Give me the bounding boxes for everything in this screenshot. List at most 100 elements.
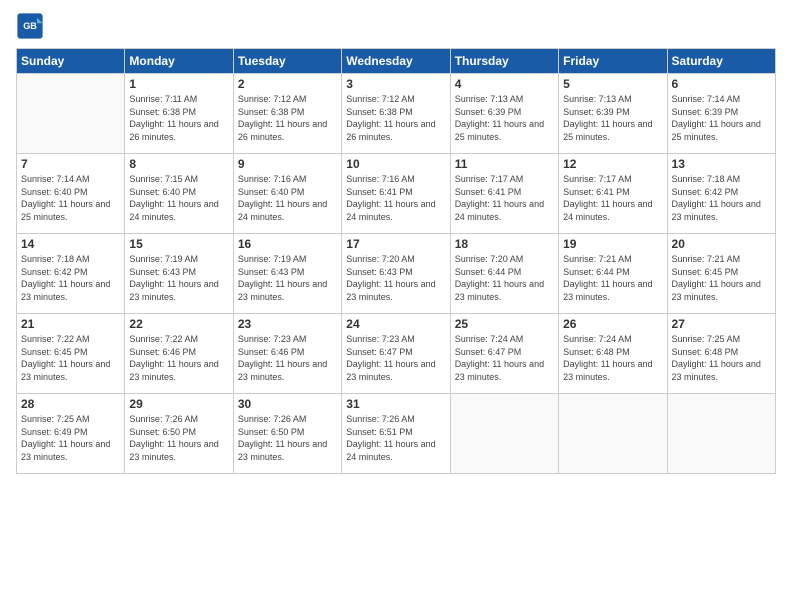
day-number: 27 <box>672 317 771 331</box>
week-row-4: 28 Sunrise: 7:25 AMSunset: 6:49 PMDayligh… <box>17 394 776 474</box>
calendar-cell: 19 Sunrise: 7:21 AMSunset: 6:44 PMDayligh… <box>559 234 667 314</box>
day-number: 15 <box>129 237 228 251</box>
calendar-cell: 26 Sunrise: 7:24 AMSunset: 6:48 PMDayligh… <box>559 314 667 394</box>
calendar-cell: 20Sunrise: 7:21 AMSunset: 6:45 PMDayligh… <box>667 234 775 314</box>
calendar-cell: 28 Sunrise: 7:25 AMSunset: 6:49 PMDayligh… <box>17 394 125 474</box>
day-number: 18 <box>455 237 554 251</box>
day-number: 25 <box>455 317 554 331</box>
week-row-3: 21 Sunrise: 7:22 AMSunset: 6:45 PMDayligh… <box>17 314 776 394</box>
calendar-page: GB SundayMondayTuesdayWednesdayThursdayF… <box>0 0 792 612</box>
day-info: Sunrise: 7:11 AMSunset: 6:38 PMDaylight:… <box>129 93 228 143</box>
day-info: Sunrise: 7:21 AMSunset: 6:44 PMDaylight:… <box>563 253 662 303</box>
calendar-cell <box>17 74 125 154</box>
weekday-tuesday: Tuesday <box>233 49 341 74</box>
weekday-sunday: Sunday <box>17 49 125 74</box>
day-number: 8 <box>129 157 228 171</box>
day-info: Sunrise: 7:17 AMSunset: 6:41 PMDaylight:… <box>455 173 554 223</box>
day-number: 9 <box>238 157 337 171</box>
logo: GB <box>16 12 46 40</box>
calendar-cell: 15 Sunrise: 7:19 AMSunset: 6:43 PMDayligh… <box>125 234 233 314</box>
day-number: 30 <box>238 397 337 411</box>
day-number: 29 <box>129 397 228 411</box>
day-number: 14 <box>21 237 120 251</box>
day-info: Sunrise: 7:20 AMSunset: 6:44 PMDaylight:… <box>455 253 554 303</box>
day-number: 11 <box>455 157 554 171</box>
weekday-monday: Monday <box>125 49 233 74</box>
day-info: Sunrise: 7:26 AMSunset: 6:50 PMDaylight:… <box>129 413 228 463</box>
calendar-cell: 3 Sunrise: 7:12 AMSunset: 6:38 PMDaylight… <box>342 74 450 154</box>
week-row-2: 14 Sunrise: 7:18 AMSunset: 6:42 PMDayligh… <box>17 234 776 314</box>
day-number: 26 <box>563 317 662 331</box>
day-info: Sunrise: 7:24 AMSunset: 6:47 PMDaylight:… <box>455 333 554 383</box>
day-number: 7 <box>21 157 120 171</box>
day-info: Sunrise: 7:19 AMSunset: 6:43 PMDaylight:… <box>129 253 228 303</box>
day-number: 16 <box>238 237 337 251</box>
calendar-cell <box>450 394 558 474</box>
day-info: Sunrise: 7:15 AMSunset: 6:40 PMDaylight:… <box>129 173 228 223</box>
day-number: 17 <box>346 237 445 251</box>
day-number: 6 <box>672 77 771 91</box>
calendar-cell: 14 Sunrise: 7:18 AMSunset: 6:42 PMDayligh… <box>17 234 125 314</box>
week-row-0: 1 Sunrise: 7:11 AMSunset: 6:38 PMDaylight… <box>17 74 776 154</box>
calendar-cell: 13 Sunrise: 7:18 AMSunset: 6:42 PMDayligh… <box>667 154 775 234</box>
day-info: Sunrise: 7:12 AMSunset: 6:38 PMDaylight:… <box>346 93 445 143</box>
day-info: Sunrise: 7:12 AMSunset: 6:38 PMDaylight:… <box>238 93 337 143</box>
calendar-cell: 23 Sunrise: 7:23 AMSunset: 6:46 PMDayligh… <box>233 314 341 394</box>
calendar-cell: 5Sunrise: 7:13 AMSunset: 6:39 PMDaylight… <box>559 74 667 154</box>
calendar-table: SundayMondayTuesdayWednesdayThursdayFrid… <box>16 48 776 474</box>
calendar-cell: 31Sunrise: 7:26 AMSunset: 6:51 PMDayligh… <box>342 394 450 474</box>
day-info: Sunrise: 7:20 AMSunset: 6:43 PMDaylight:… <box>346 253 445 303</box>
day-info: Sunrise: 7:26 AMSunset: 6:51 PMDaylight:… <box>346 413 445 463</box>
day-info: Sunrise: 7:16 AMSunset: 6:41 PMDaylight:… <box>346 173 445 223</box>
calendar-cell: 27Sunrise: 7:25 AMSunset: 6:48 PMDayligh… <box>667 314 775 394</box>
day-number: 21 <box>21 317 120 331</box>
calendar-cell: 18 Sunrise: 7:20 AMSunset: 6:44 PMDayligh… <box>450 234 558 314</box>
day-info: Sunrise: 7:18 AMSunset: 6:42 PMDaylight:… <box>21 253 120 303</box>
day-number: 10 <box>346 157 445 171</box>
day-number: 19 <box>563 237 662 251</box>
day-info: Sunrise: 7:24 AMSunset: 6:48 PMDaylight:… <box>563 333 662 383</box>
page-header: GB <box>16 12 776 40</box>
day-info: Sunrise: 7:13 AMSunset: 6:39 PMDaylight:… <box>563 93 662 143</box>
day-info: Sunrise: 7:16 AMSunset: 6:40 PMDaylight:… <box>238 173 337 223</box>
day-info: Sunrise: 7:17 AMSunset: 6:41 PMDaylight:… <box>563 173 662 223</box>
day-info: Sunrise: 7:14 AMSunset: 6:40 PMDaylight:… <box>21 173 120 223</box>
day-info: Sunrise: 7:21 AMSunset: 6:45 PMDaylight:… <box>672 253 771 303</box>
calendar-cell: 7 Sunrise: 7:14 AMSunset: 6:40 PMDaylight… <box>17 154 125 234</box>
day-info: Sunrise: 7:25 AMSunset: 6:49 PMDaylight:… <box>21 413 120 463</box>
weekday-friday: Friday <box>559 49 667 74</box>
day-number: 13 <box>672 157 771 171</box>
day-number: 24 <box>346 317 445 331</box>
day-number: 28 <box>21 397 120 411</box>
day-info: Sunrise: 7:18 AMSunset: 6:42 PMDaylight:… <box>672 173 771 223</box>
svg-text:GB: GB <box>23 21 37 31</box>
week-row-1: 7 Sunrise: 7:14 AMSunset: 6:40 PMDaylight… <box>17 154 776 234</box>
day-number: 2 <box>238 77 337 91</box>
calendar-cell: 22 Sunrise: 7:22 AMSunset: 6:46 PMDayligh… <box>125 314 233 394</box>
day-info: Sunrise: 7:26 AMSunset: 6:50 PMDaylight:… <box>238 413 337 463</box>
calendar-cell: 29 Sunrise: 7:26 AMSunset: 6:50 PMDayligh… <box>125 394 233 474</box>
day-info: Sunrise: 7:13 AMSunset: 6:39 PMDaylight:… <box>455 93 554 143</box>
calendar-cell: 11 Sunrise: 7:17 AMSunset: 6:41 PMDayligh… <box>450 154 558 234</box>
day-number: 22 <box>129 317 228 331</box>
day-number: 1 <box>129 77 228 91</box>
weekday-row: SundayMondayTuesdayWednesdayThursdayFrid… <box>17 49 776 74</box>
day-number: 12 <box>563 157 662 171</box>
calendar-cell <box>667 394 775 474</box>
day-info: Sunrise: 7:22 AMSunset: 6:46 PMDaylight:… <box>129 333 228 383</box>
calendar-cell: 17 Sunrise: 7:20 AMSunset: 6:43 PMDayligh… <box>342 234 450 314</box>
day-info: Sunrise: 7:22 AMSunset: 6:45 PMDaylight:… <box>21 333 120 383</box>
day-info: Sunrise: 7:23 AMSunset: 6:46 PMDaylight:… <box>238 333 337 383</box>
calendar-cell: 4Sunrise: 7:13 AMSunset: 6:39 PMDaylight… <box>450 74 558 154</box>
day-info: Sunrise: 7:14 AMSunset: 6:39 PMDaylight:… <box>672 93 771 143</box>
calendar-cell: 2 Sunrise: 7:12 AMSunset: 6:38 PMDaylight… <box>233 74 341 154</box>
day-number: 3 <box>346 77 445 91</box>
logo-icon: GB <box>16 12 44 40</box>
calendar-header: SundayMondayTuesdayWednesdayThursdayFrid… <box>17 49 776 74</box>
calendar-cell <box>559 394 667 474</box>
calendar-cell: 12 Sunrise: 7:17 AMSunset: 6:41 PMDayligh… <box>559 154 667 234</box>
calendar-cell: 1 Sunrise: 7:11 AMSunset: 6:38 PMDaylight… <box>125 74 233 154</box>
day-number: 23 <box>238 317 337 331</box>
calendar-cell: 24Sunrise: 7:23 AMSunset: 6:47 PMDayligh… <box>342 314 450 394</box>
calendar-body: 1 Sunrise: 7:11 AMSunset: 6:38 PMDaylight… <box>17 74 776 474</box>
